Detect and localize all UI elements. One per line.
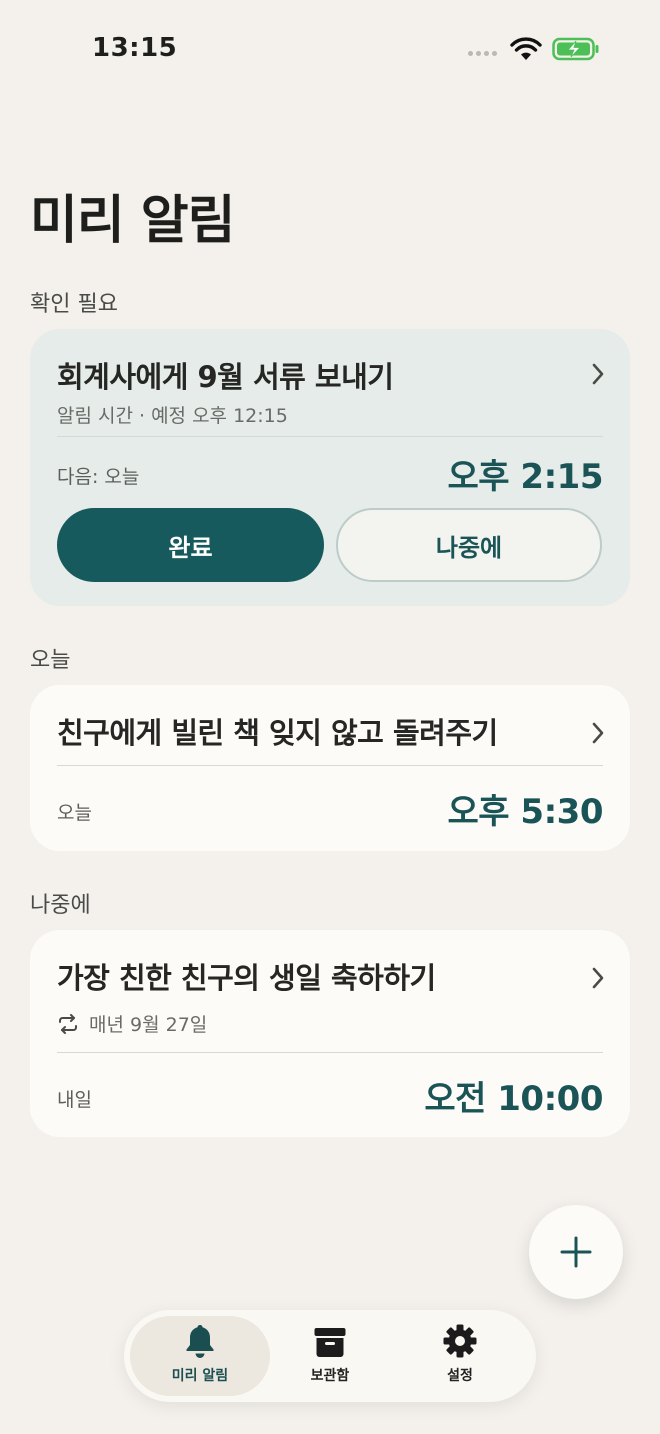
archive-box-icon <box>314 1328 346 1357</box>
repeat-icon <box>59 1013 77 1034</box>
section-label-today: 오늘 <box>30 648 71 673</box>
reminder-when: 내일 <box>57 1089 92 1111</box>
tab-bar: 미리 알림 보관함 설정 <box>124 1310 536 1402</box>
add-reminder-button[interactable] <box>529 1205 623 1299</box>
battery-charging-icon <box>552 37 599 61</box>
status-bar: 13:15 <box>0 0 660 100</box>
reminder-card-today[interactable]: 친구에게 빌린 책 잊지 않고 돌려주기 오늘 오후 5:30 <box>30 685 630 851</box>
reminder-next: 다음: 오늘 <box>57 466 140 488</box>
divider <box>57 1052 603 1053</box>
wifi-icon <box>510 37 542 60</box>
reminder-when: 오늘 <box>57 802 92 824</box>
repeat-label: 매년 9월 27일 <box>89 1014 208 1036</box>
reminder-title: 친구에게 빌린 책 잊지 않고 돌려주기 <box>57 716 498 750</box>
chevron-right-icon <box>592 363 604 385</box>
gear-icon <box>443 1324 477 1358</box>
chevron-right-icon <box>592 967 604 989</box>
reminder-title: 회계사에게 9월 서류 보내기 <box>57 360 394 394</box>
section-label-later: 나중에 <box>30 893 91 918</box>
cellular-signal-icon <box>468 51 497 56</box>
divider <box>57 765 603 766</box>
reminder-time: 오전 10:00 <box>424 1079 603 1119</box>
reminder-card-pending[interactable]: 회계사에게 9월 서류 보내기 알림 시간 · 예정 오후 12:15 다음: … <box>30 329 630 606</box>
tab-label: 설정 <box>447 1368 473 1384</box>
tab-settings[interactable]: 설정 <box>390 1316 530 1396</box>
plus-icon <box>560 1236 592 1268</box>
reminder-subtitle: 알림 시간 · 예정 오후 12:15 <box>57 405 288 427</box>
page-title: 미리 알림 <box>30 191 235 251</box>
tab-label: 미리 알림 <box>171 1368 229 1384</box>
reminder-card-later[interactable]: 가장 친한 친구의 생일 축하하기 매년 9월 27일 내일 오전 10:00 <box>30 930 630 1137</box>
snooze-button[interactable]: 나중에 <box>336 508 602 582</box>
status-time: 13:15 <box>92 33 178 63</box>
done-button[interactable]: 완료 <box>57 508 324 582</box>
divider <box>57 436 603 437</box>
chevron-right-icon <box>592 722 604 744</box>
bell-icon <box>186 1325 214 1358</box>
reminder-title: 가장 친한 친구의 생일 축하하기 <box>57 961 436 995</box>
reminder-time: 오후 2:15 <box>447 457 604 497</box>
tab-archive[interactable]: 보관함 <box>260 1316 400 1396</box>
reminder-time: 오후 5:30 <box>447 792 604 832</box>
tab-label: 보관함 <box>310 1368 350 1384</box>
section-label-needs-check: 확인 필요 <box>30 292 118 317</box>
tab-reminders[interactable]: 미리 알림 <box>130 1316 270 1396</box>
repeat-info: 매년 9월 27일 <box>57 1010 207 1037</box>
